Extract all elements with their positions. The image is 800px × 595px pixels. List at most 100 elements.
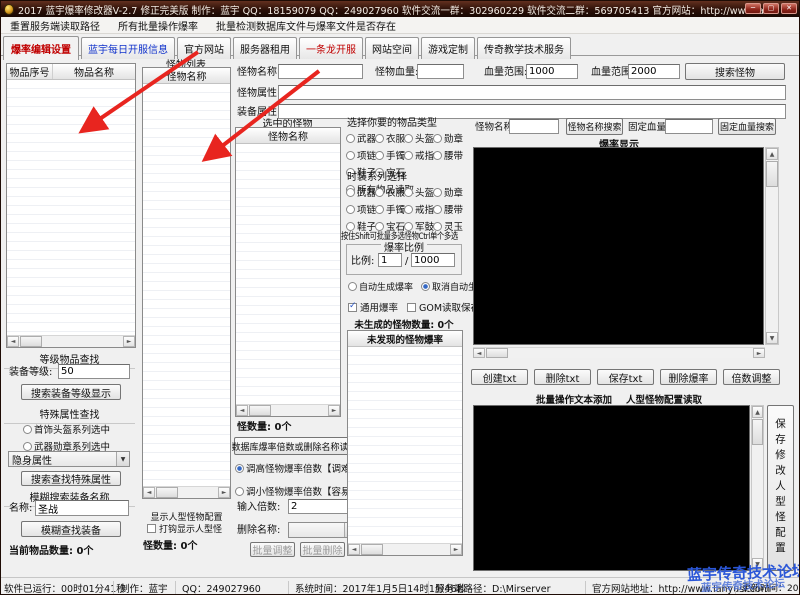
- monster-hp-input[interactable]: [417, 64, 464, 79]
- file-button[interactable]: 保存txt: [597, 369, 654, 385]
- file-button[interactable]: 删除爆率: [660, 369, 717, 385]
- minimize-icon[interactable]: ─: [745, 3, 761, 14]
- item-type-radio[interactable]: 腰带: [433, 148, 462, 162]
- item-type-radio[interactable]: 手镯: [375, 148, 404, 162]
- file-button[interactable]: 删除txt: [534, 369, 591, 385]
- tab[interactable]: 传奇教学技术服务: [477, 37, 571, 59]
- rate-flag-checkbox[interactable]: GOM读取保存: [407, 300, 480, 314]
- special-search-button[interactable]: 搜索查找特殊属性: [21, 471, 121, 486]
- monster-name-input[interactable]: [278, 64, 363, 79]
- item-list-body[interactable]: [7, 80, 135, 335]
- ratio-denominator-input[interactable]: [411, 253, 455, 267]
- item-list[interactable]: 物品序号 物品名称: [6, 63, 136, 348]
- batch-text-vscrollbar[interactable]: [751, 405, 764, 571]
- auto-generate-radio[interactable]: 自动生成爆率: [348, 280, 413, 293]
- item-type-radio[interactable]: 勋章: [433, 131, 462, 145]
- selected-list-body[interactable]: [236, 144, 340, 404]
- special-attr-dropdown[interactable]: 隐身属性: [8, 451, 130, 467]
- fixed-hp-input[interactable]: [665, 119, 713, 134]
- right-monster-name-input[interactable]: [509, 119, 559, 134]
- tab[interactable]: 官方网站: [177, 37, 231, 59]
- rate-display-hscrollbar[interactable]: [473, 347, 765, 358]
- scroll-left-icon[interactable]: [236, 405, 248, 416]
- item-type-radio[interactable]: 头盔: [404, 131, 433, 145]
- undiscovered-rate-list[interactable]: 未发现的怪物爆率: [347, 330, 463, 556]
- menu-item[interactable]: 重置服务端读取路径: [1, 18, 109, 33]
- special-series-radio[interactable]: 首饰头盔系列选中: [23, 422, 110, 436]
- rate-display-vscrollbar[interactable]: [765, 147, 779, 345]
- monster-list-hscrollbar[interactable]: [143, 486, 230, 498]
- fixed-hp-search-button[interactable]: 固定血量搜索: [718, 118, 776, 135]
- show-human-checkbox[interactable]: 打钩显示人型怪: [147, 522, 222, 535]
- fuzzy-name-input[interactable]: [35, 500, 129, 516]
- fashion-radio[interactable]: 腰带: [433, 202, 462, 216]
- monster-name-column-header[interactable]: 怪物名称: [143, 68, 230, 83]
- fashion-radio[interactable]: 武器: [346, 185, 375, 199]
- hp-range1-input[interactable]: [526, 64, 578, 79]
- level-search-button[interactable]: 搜索装备等级显示: [21, 384, 121, 400]
- scroll-thumb[interactable]: [766, 161, 778, 187]
- scroll-left-icon[interactable]: [143, 487, 155, 498]
- item-type-radio[interactable]: 项链: [346, 148, 375, 162]
- scroll-left-icon[interactable]: [7, 336, 19, 347]
- file-button[interactable]: 创建txt: [471, 369, 528, 385]
- fashion-radio[interactable]: 衣服: [375, 185, 404, 199]
- tab[interactable]: 网站空间: [365, 37, 419, 59]
- fashion-radio[interactable]: 项链: [346, 202, 375, 216]
- scroll-left-icon[interactable]: [473, 348, 485, 358]
- tab[interactable]: 爆率编辑设置: [3, 36, 79, 60]
- tab[interactable]: 游戏定制: [421, 37, 475, 59]
- scroll-left-icon[interactable]: [348, 544, 360, 555]
- scroll-thumb[interactable]: [361, 544, 383, 555]
- monster-list[interactable]: 怪物名称: [142, 67, 231, 499]
- monster-attr-input[interactable]: [278, 85, 786, 100]
- scroll-up-icon[interactable]: [766, 148, 778, 160]
- scroll-right-icon[interactable]: [218, 487, 230, 498]
- maximize-icon[interactable]: ▢: [763, 3, 779, 14]
- scroll-right-icon[interactable]: [450, 544, 462, 555]
- tab[interactable]: 一条龙开服: [299, 37, 363, 59]
- scroll-thumb[interactable]: [249, 405, 271, 416]
- menu-item[interactable]: 所有批量操作爆率: [109, 18, 207, 33]
- rate-flag-checkbox[interactable]: 通用爆率: [348, 300, 398, 314]
- close-icon[interactable]: ✕: [781, 3, 797, 14]
- scroll-thumb[interactable]: [486, 348, 508, 358]
- menu-item[interactable]: 批量检测数据库文件与爆率文件是否存在: [207, 18, 405, 33]
- scroll-right-icon[interactable]: [753, 348, 765, 358]
- item-type-radio[interactable]: 衣服: [375, 131, 404, 145]
- fashion-radio[interactable]: 戒指: [404, 202, 433, 216]
- item-list-hscrollbar[interactable]: [7, 335, 135, 347]
- equip-attr-input[interactable]: [278, 104, 786, 119]
- hp-range2-input[interactable]: [628, 64, 680, 79]
- db-rate-read-button[interactable]: 数据库爆率倍数或删除名称读取: [234, 437, 355, 455]
- item-index-column-header[interactable]: 物品序号: [7, 64, 53, 79]
- item-type-radio[interactable]: 戒指: [404, 148, 433, 162]
- fuzzy-search-button[interactable]: 模糊查找装备: [21, 521, 121, 537]
- save-human-config-button[interactable]: 保存修改人型怪配置: [767, 405, 794, 571]
- selected-list-hscrollbar[interactable]: [236, 404, 340, 416]
- batch-text-box[interactable]: [473, 405, 750, 571]
- batch-adjust-button[interactable]: 批量调整: [250, 542, 295, 557]
- item-type-radio[interactable]: 武器: [346, 131, 375, 145]
- scroll-right-icon[interactable]: [123, 336, 135, 347]
- scroll-up-icon[interactable]: [752, 406, 763, 418]
- search-monster-button[interactable]: 搜索怪物: [685, 63, 785, 80]
- fashion-radio[interactable]: 头盔: [404, 185, 433, 199]
- undiscovered-list-hscrollbar[interactable]: [348, 543, 462, 555]
- monster-list-body[interactable]: [143, 84, 230, 486]
- fashion-radio[interactable]: 手镯: [375, 202, 404, 216]
- scroll-right-icon[interactable]: [328, 405, 340, 416]
- selected-name-column-header[interactable]: 怪物名称: [236, 128, 340, 143]
- scroll-thumb[interactable]: [20, 336, 42, 347]
- item-name-column-header[interactable]: 物品名称: [53, 64, 135, 79]
- tab[interactable]: 服务器租用: [233, 37, 297, 59]
- scroll-thumb[interactable]: [752, 419, 763, 445]
- scroll-thumb[interactable]: [156, 487, 178, 498]
- rate-display-box[interactable]: [473, 147, 764, 345]
- batch-delete-button[interactable]: 批量删除: [300, 542, 345, 557]
- ratio-numerator-input[interactable]: [378, 253, 402, 267]
- scroll-down-icon[interactable]: [766, 332, 778, 344]
- tab[interactable]: 蓝宇每日开服信息: [81, 37, 175, 59]
- file-button[interactable]: 倍数调整: [723, 369, 780, 385]
- fashion-radio[interactable]: 勋章: [433, 185, 462, 199]
